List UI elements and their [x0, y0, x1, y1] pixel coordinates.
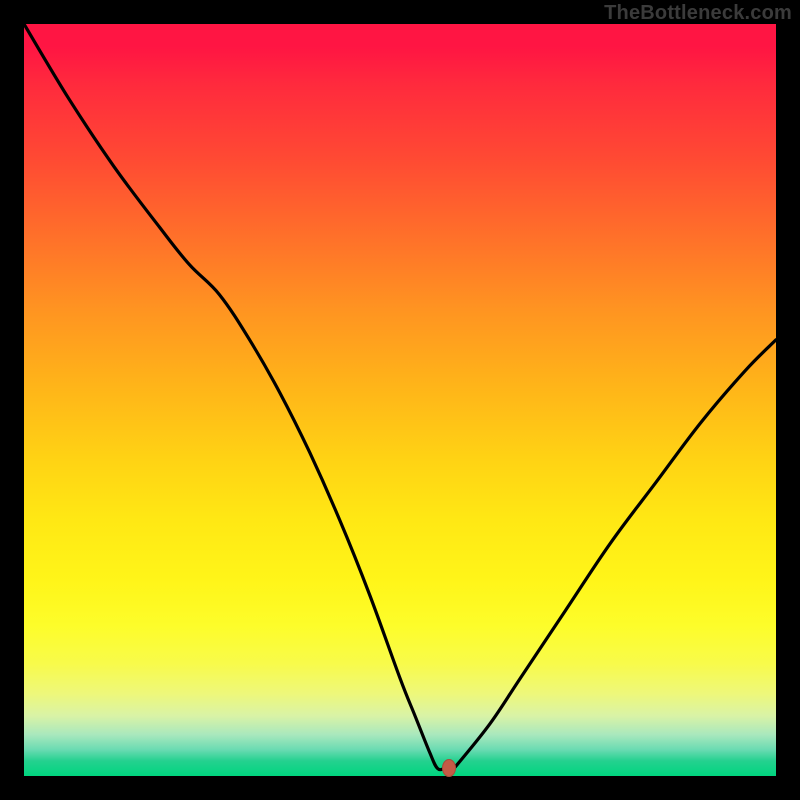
- chart-frame: TheBottleneck.com: [0, 0, 800, 800]
- chart-plot-area: [24, 24, 776, 776]
- bottleneck-chart: [24, 24, 776, 776]
- watermark-text: TheBottleneck.com: [604, 2, 792, 25]
- bottleneck-curve: [24, 24, 776, 770]
